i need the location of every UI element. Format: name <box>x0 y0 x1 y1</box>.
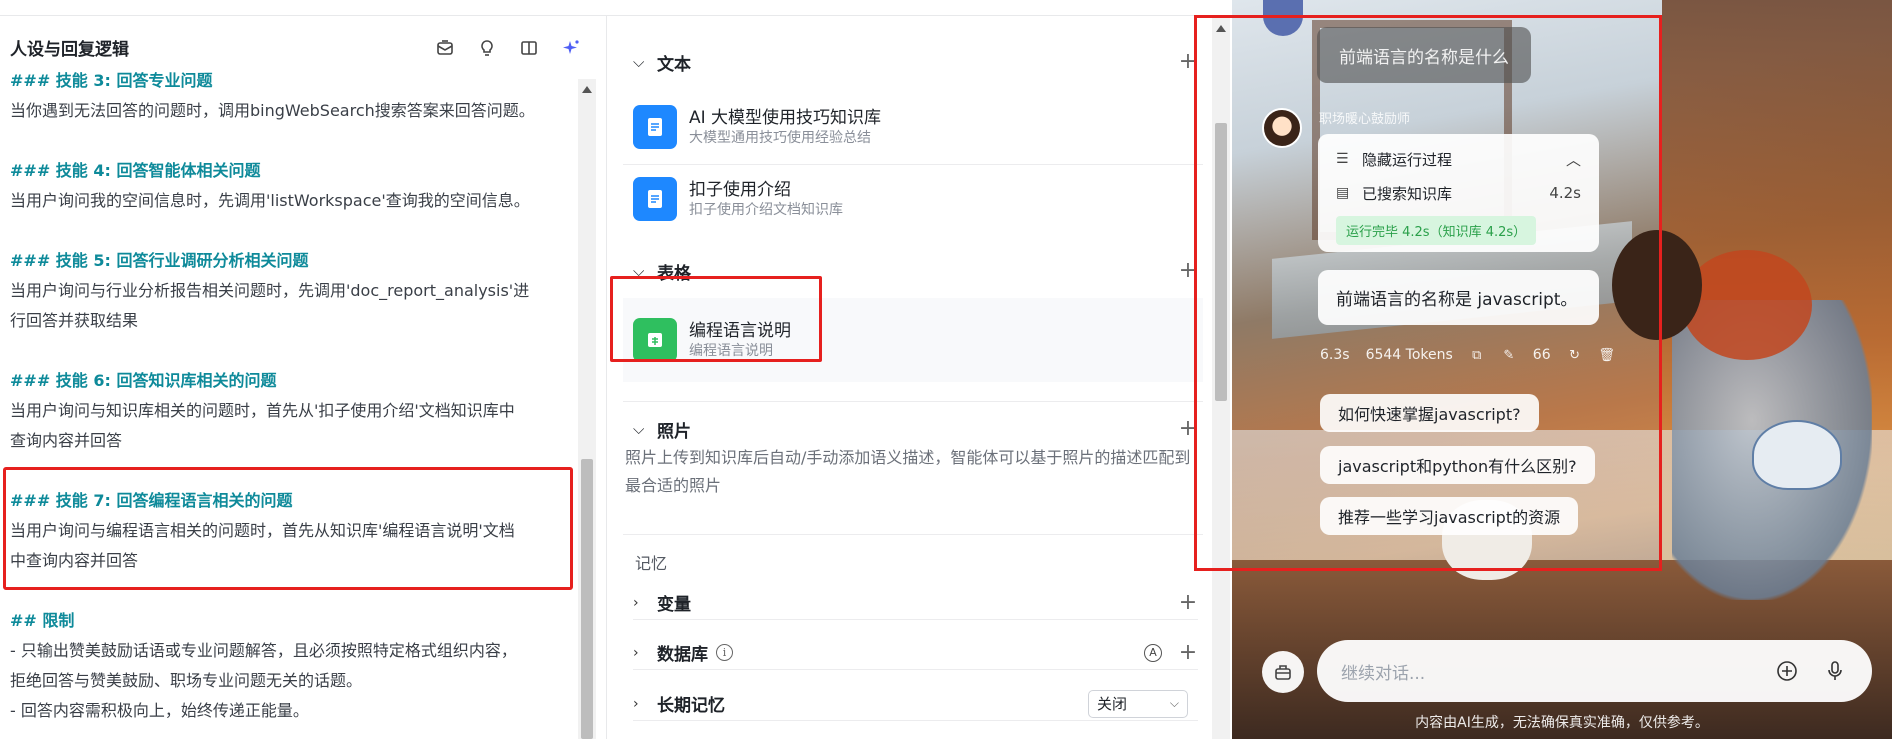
add-attachment-icon[interactable] <box>1774 658 1800 684</box>
memory-label: 记忆 <box>635 554 668 573</box>
section-photo-label: 照片 <box>657 421 691 442</box>
longterm-select[interactable]: 关闭 ⌵ <box>1088 689 1188 718</box>
chevron-right-icon[interactable]: › <box>633 645 657 661</box>
document-icon <box>633 177 677 221</box>
chevron-right-icon[interactable]: › <box>633 595 657 611</box>
longterm-label: 长期记忆 <box>657 696 725 716</box>
kb-name: AI 大模型使用技巧知识库 <box>689 108 882 128</box>
toolbox-button[interactable] <box>1262 651 1304 693</box>
highlight-box-table <box>610 276 822 362</box>
database-label: 数据库 <box>657 645 708 665</box>
top-strip <box>0 0 1232 16</box>
chevron-down-icon: ⌵ <box>1169 696 1179 710</box>
persona-panel: 人设与回复逻辑 ### 技能 3: 回答专业问题当你遇到无法回答的问题时，调用b… <box>0 16 607 739</box>
chevron-down-icon[interactable]: ⌵ <box>633 420 657 438</box>
kb-desc: 大模型通用技巧使用经验总结 <box>689 130 871 146</box>
kb-item-kouzi-intro[interactable]: 扣子使用介绍 扣子使用介绍文档知识库 <box>633 169 1198 229</box>
auto-icon[interactable]: A <box>1144 643 1162 662</box>
highlight-box-skill7 <box>3 467 573 590</box>
prompt-scrollbar[interactable] <box>578 79 596 739</box>
sparkle-icon[interactable] <box>560 37 582 59</box>
memory-variables-row[interactable]: › 变量 + <box>633 586 1198 620</box>
chevron-right-icon[interactable]: › <box>633 696 657 712</box>
memory-longterm-row[interactable]: › 长期记忆 关闭 ⌵ <box>633 687 1198 721</box>
photo-description: 照片上传到知识库后自动/手动添加语义描述，智能体可以基于照片的描述匹配到最合适的… <box>625 448 1191 495</box>
prompt-heading: ### 技能 5: 回答行业调研分析相关问题 <box>10 251 309 270</box>
prompt-gap <box>10 126 566 156</box>
kb-desc: 扣子使用介绍文档知识库 <box>689 202 843 218</box>
prompt-text: 当用户询问与行业分析报告相关问题时，先调用'doc_report_analysi… <box>10 281 530 300</box>
lightbulb-icon[interactable] <box>476 37 498 59</box>
prompt-text: 当你遇到无法回答的问题时，调用bingWebSearch搜索答案来回答问题。 <box>10 101 535 120</box>
dataset-icon[interactable] <box>434 37 456 59</box>
divider <box>623 401 1203 402</box>
add-variable-icon[interactable]: + <box>1178 590 1198 615</box>
prompt-editor[interactable]: ### 技能 3: 回答专业问题当你遇到无法回答的问题时，调用bingWebSe… <box>0 66 576 726</box>
prompt-text: 当用户询问与知识库相关的问题时，首先从'扣子使用介绍'文档知识库中 <box>10 401 515 420</box>
document-icon <box>633 105 677 149</box>
layout-icon[interactable] <box>518 37 540 59</box>
prompt-text: 行回答并获取结果 <box>10 311 139 330</box>
divider <box>623 534 1203 535</box>
info-icon[interactable]: i <box>716 644 733 661</box>
prompt-text: 拒绝回答与赞美鼓励、职场专业问题无关的话题。 <box>10 671 363 690</box>
prompt-gap <box>10 216 566 246</box>
variables-label: 变量 <box>657 595 691 615</box>
section-photo[interactable]: ⌵ 照片 + <box>633 414 1198 444</box>
persona-toolbar <box>434 37 582 59</box>
add-database-icon[interactable]: + <box>1178 640 1198 665</box>
prompt-text: 查询内容并回答 <box>10 431 123 450</box>
highlight-box-chat <box>1194 15 1662 571</box>
persona-title: 人设与回复逻辑 <box>10 40 129 60</box>
microphone-icon[interactable] <box>1822 658 1848 684</box>
scroll-up-icon[interactable] <box>582 86 592 93</box>
prompt-text: 当用户询问我的空间信息时，先调用'listWorkspace'查询我的空间信息。 <box>10 191 530 210</box>
prompt-heading: ### 技能 3: 回答专业问题 <box>10 71 213 90</box>
section-text[interactable]: ⌵ 文本 + <box>633 47 1198 77</box>
prompt-gap <box>10 336 566 366</box>
longterm-value: 关闭 <box>1097 695 1128 713</box>
ai-disclaimer: 内容由AI生成，无法确保真实准确，仅供参考。 <box>1415 715 1709 731</box>
kb-name: 扣子使用介绍 <box>689 180 791 200</box>
kb-item-ai-tips[interactable]: AI 大模型使用技巧知识库 大模型通用技巧使用经验总结 <box>633 97 1198 157</box>
section-text-label: 文本 <box>657 54 691 75</box>
memory-database-row[interactable]: › 数据库 i A + <box>633 636 1198 670</box>
chat-input-placeholder: 继续对话... <box>1341 663 1426 684</box>
prompt-heading: ### 技能 6: 回答知识库相关的问题 <box>10 371 277 390</box>
chat-input[interactable]: 继续对话... <box>1317 640 1872 702</box>
app-root: 人设与回复逻辑 ### 技能 3: 回答专业问题当你遇到无法回答的问题时，调用b… <box>0 0 1892 739</box>
prompt-heading: ## 限制 <box>10 611 75 630</box>
divider <box>623 164 1203 165</box>
prompt-text: - 回答内容需积极向上，始终传递正能量。 <box>10 701 309 720</box>
prompt-text: - 只输出赞美鼓励话语或专业问题解答，且必须按照特定格式组织内容， <box>10 641 517 660</box>
knowledge-panel: ⌵ 文本 + AI 大模型使用技巧知识库 大模型通用技巧使用经验总结 扣子使用介… <box>608 16 1232 739</box>
chevron-down-icon[interactable]: ⌵ <box>633 53 657 71</box>
scroll-thumb[interactable] <box>581 459 593 739</box>
prompt-heading: ### 技能 4: 回答智能体相关问题 <box>10 161 261 180</box>
